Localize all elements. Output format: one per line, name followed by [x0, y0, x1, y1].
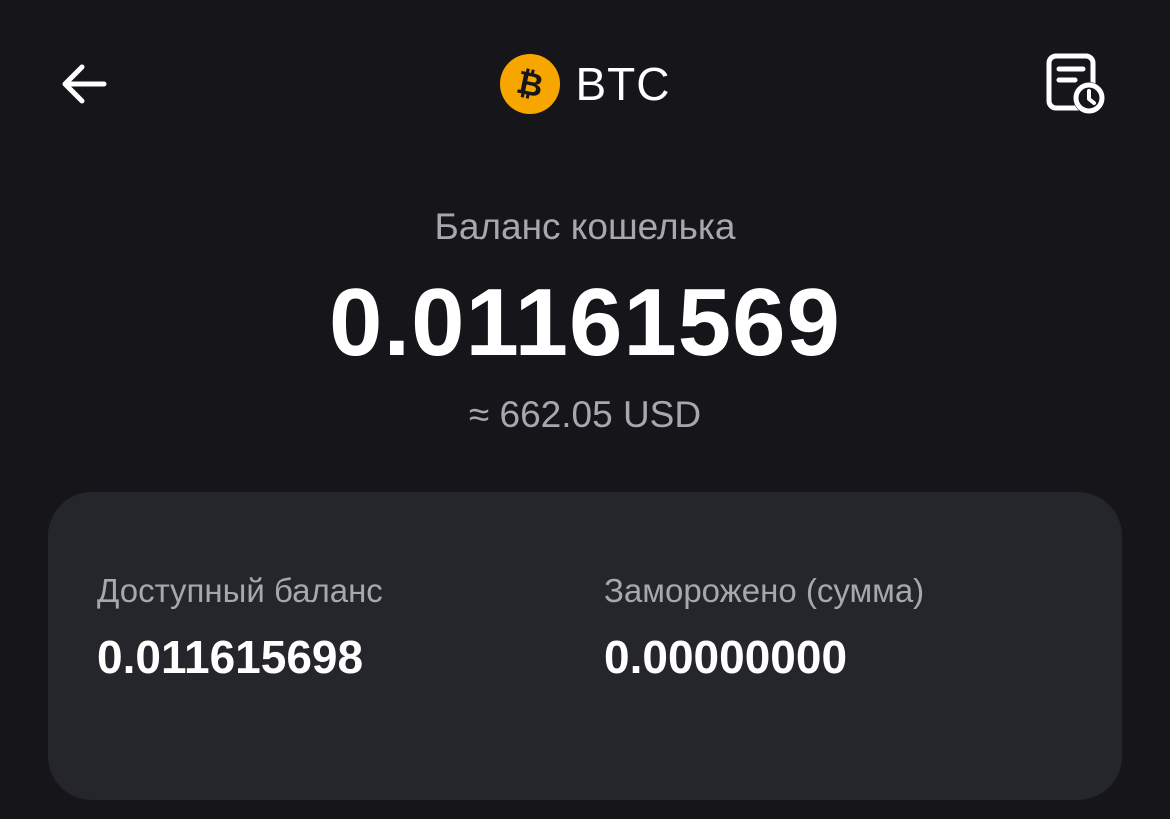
- frozen-balance-value: 0.00000000: [604, 631, 848, 683]
- document-clock-icon: [1046, 53, 1105, 114]
- wallet-balance-value: 0.01161569: [329, 269, 841, 376]
- available-balance-label: Доступный баланс: [97, 572, 383, 609]
- balance-details-card: Доступный баланс 0.011615698 Заморожено …: [48, 492, 1122, 800]
- frozen-balance: Заморожено (сумма) 0.00000000: [604, 572, 924, 684]
- top-bar: ₿ BTC: [0, 0, 1170, 170]
- available-balance: Доступный баланс 0.011615698: [97, 572, 383, 684]
- coin-title: BTC: [575, 58, 671, 110]
- available-balance-value: 0.011615698: [97, 631, 364, 683]
- bitcoin-icon: ₿: [499, 54, 560, 114]
- svg-text:₿: ₿: [513, 63, 546, 106]
- wallet-balance-fiat: ≈ 662.05 USD: [468, 394, 702, 435]
- coin-title-group: ₿ BTC: [0, 52, 1170, 116]
- wallet-balance-label: Баланс кошелька: [434, 206, 736, 247]
- history-button[interactable]: [1038, 46, 1114, 122]
- frozen-balance-label: Заморожено (сумма): [604, 572, 925, 609]
